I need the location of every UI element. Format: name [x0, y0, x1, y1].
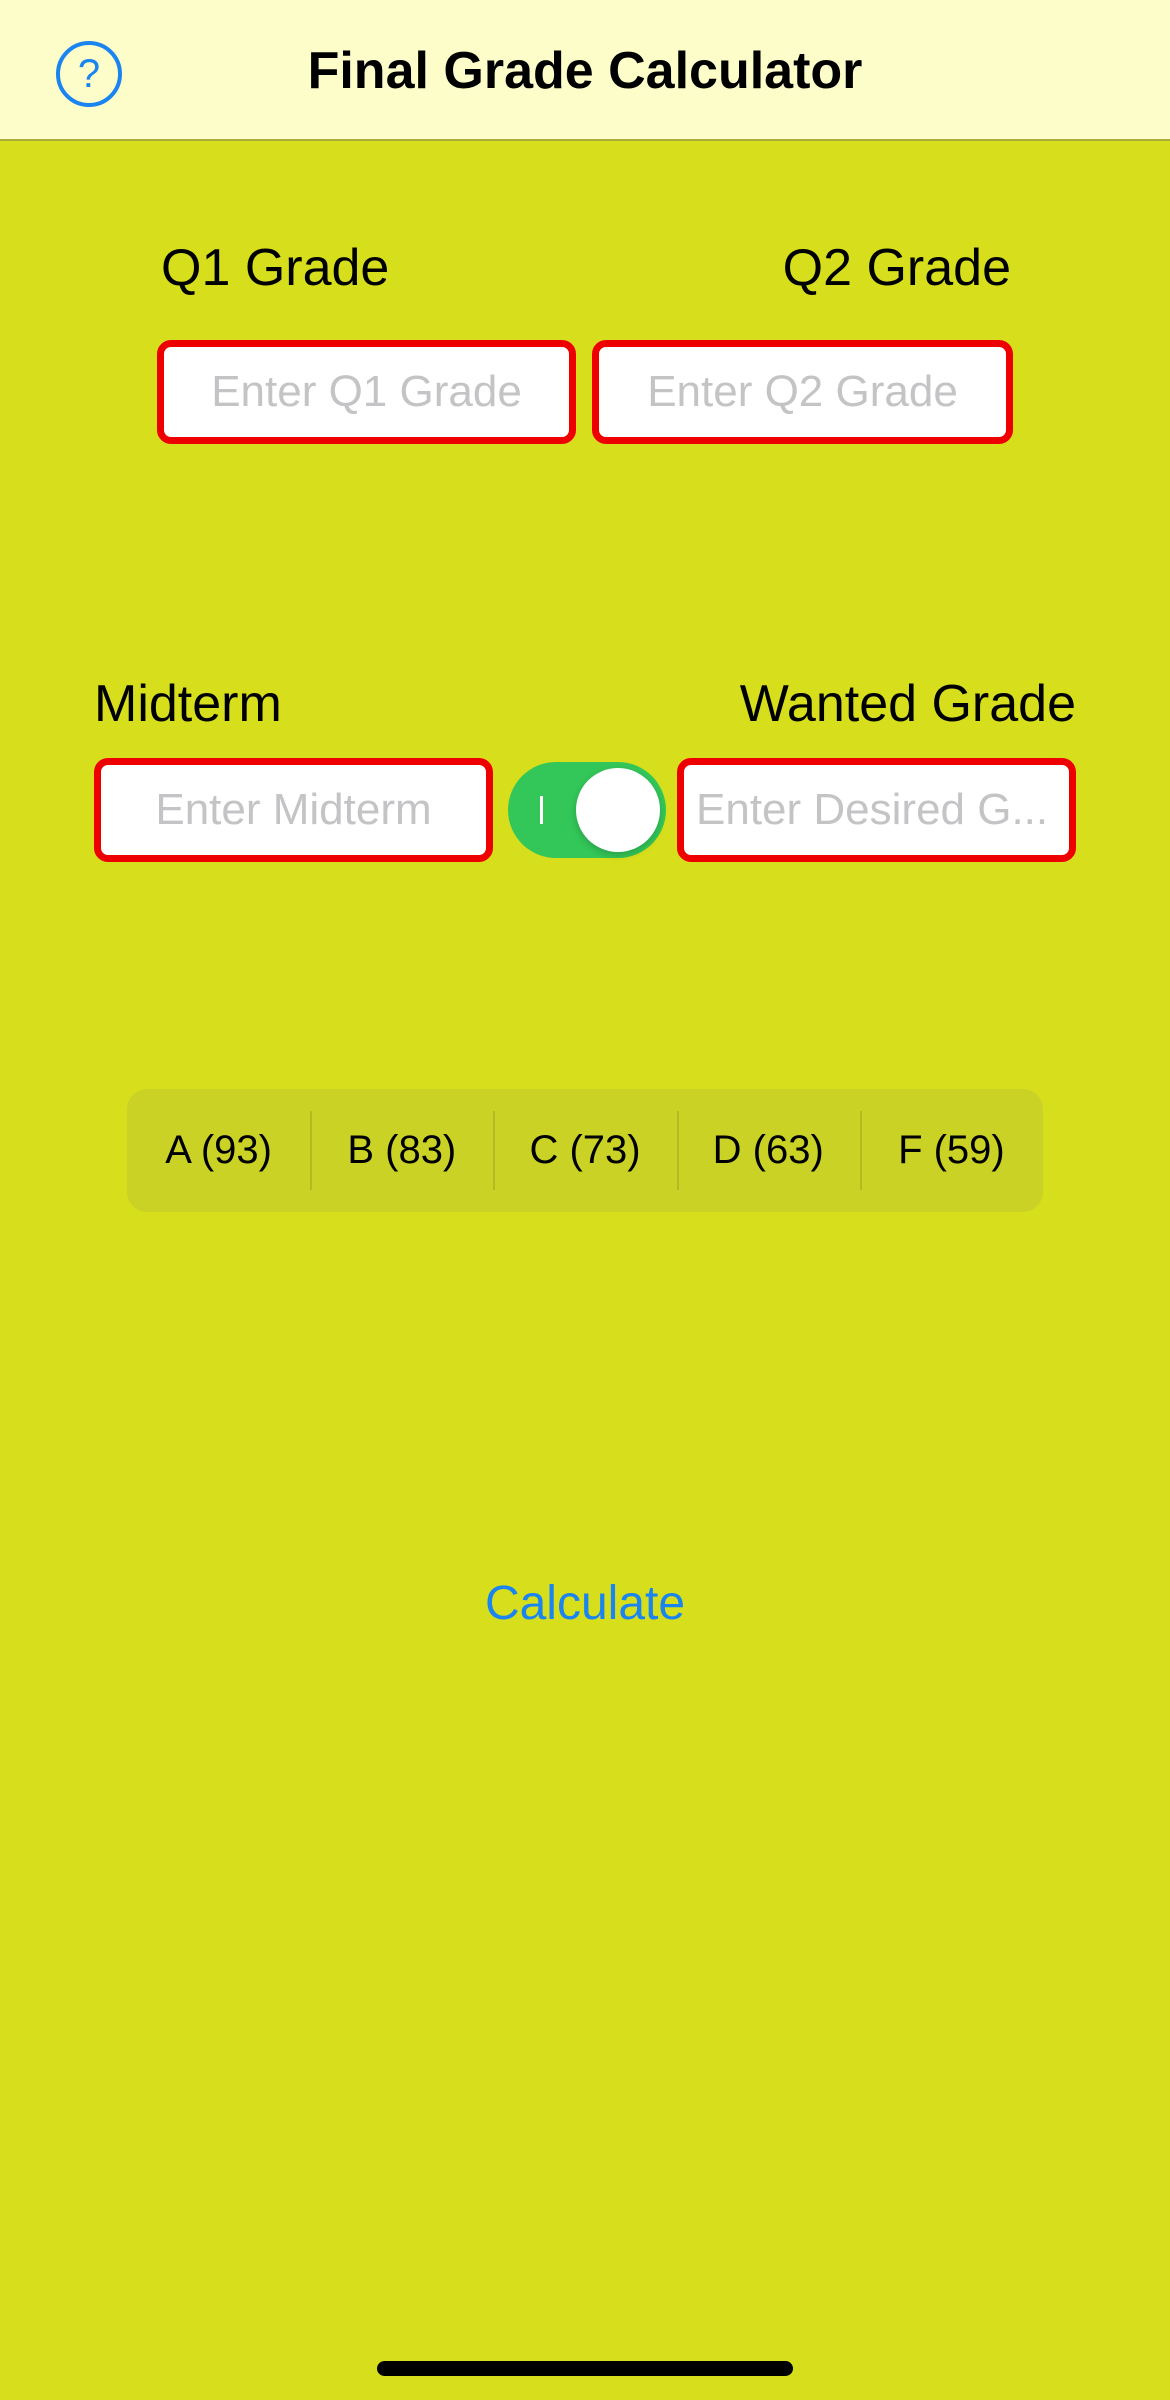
midterm-toggle-switch[interactable]	[508, 762, 666, 858]
q1-grade-label: Q1 Grade	[161, 239, 390, 297]
page-title: Final Grade Calculator	[307, 41, 863, 100]
navigation-bar: ? Final Grade Calculator	[0, 0, 1170, 141]
help-button[interactable]: ?	[56, 41, 122, 107]
calculate-button[interactable]: Calculate	[385, 1568, 785, 1638]
wanted-grade-label: Wanted Grade	[739, 675, 1076, 733]
segment-grade-a[interactable]: A (93)	[127, 1089, 310, 1212]
grade-segmented-control: A (93) B (83) C (73) D (63) F (59)	[127, 1089, 1043, 1212]
midterm-label: Midterm	[94, 675, 282, 733]
toggle-knob	[576, 768, 660, 852]
segment-grade-b[interactable]: B (83)	[310, 1089, 493, 1212]
segment-grade-d[interactable]: D (63)	[676, 1089, 860, 1212]
question-mark-icon: ?	[77, 52, 101, 96]
home-indicator[interactable]	[377, 2361, 793, 2376]
q2-grade-input[interactable]	[592, 340, 1013, 444]
midterm-input[interactable]	[94, 758, 493, 862]
segment-grade-f[interactable]: F (59)	[859, 1089, 1043, 1212]
toggle-on-indicator-icon	[540, 796, 543, 824]
q2-grade-label: Q2 Grade	[782, 239, 1011, 297]
wanted-grade-input[interactable]	[677, 758, 1076, 862]
q1-grade-input[interactable]	[157, 340, 576, 444]
segment-grade-c[interactable]: C (73)	[493, 1089, 676, 1212]
